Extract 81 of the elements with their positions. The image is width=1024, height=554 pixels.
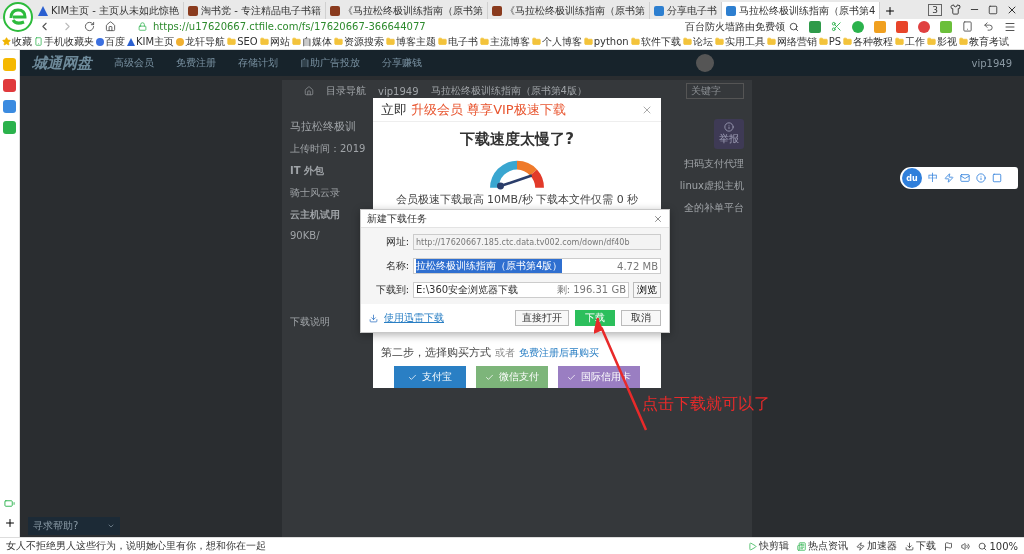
register-link[interactable]: 免费注册后再购买 bbox=[519, 346, 599, 360]
bookmark[interactable]: 主流博客 bbox=[489, 34, 530, 49]
bookmark[interactable]: 个人博客 bbox=[541, 34, 582, 49]
tab-count[interactable]: 3 bbox=[928, 3, 942, 16]
bookmark[interactable]: 各种教程 bbox=[853, 34, 894, 49]
du-logo[interactable]: du bbox=[902, 168, 922, 188]
help-chat-tab[interactable]: 寻求帮助? bbox=[28, 517, 120, 535]
bookmark[interactable]: 电子书 bbox=[447, 34, 478, 49]
language-toggle[interactable]: 中 bbox=[928, 171, 938, 185]
ad-link[interactable]: IT 外包 bbox=[290, 164, 325, 178]
zoom-level[interactable]: 100% bbox=[978, 540, 1018, 552]
bookmark[interactable]: 实用工具 bbox=[724, 34, 765, 49]
keyword-field[interactable]: 关键字 bbox=[686, 83, 744, 99]
dialog-button[interactable]: 取消 bbox=[621, 310, 661, 326]
bookmark[interactable]: 教育考试 bbox=[969, 34, 1010, 49]
ad-link[interactable]: 扫码支付代理 bbox=[684, 157, 744, 171]
dialog-title: 新建下载任务 bbox=[367, 211, 427, 226]
bookmark[interactable]: SEO bbox=[237, 36, 258, 47]
news-ticker[interactable]: 女人不拒绝男人这些行为，说明她心里有你，想和你在一起 bbox=[6, 539, 266, 553]
bookmark[interactable]: 博客主题 bbox=[395, 34, 436, 49]
bookmark[interactable]: 资源搜索 bbox=[343, 34, 384, 49]
step-label: 第二步，选择购买方式 bbox=[381, 345, 491, 360]
dialog-button[interactable]: 直接打开 bbox=[515, 310, 569, 326]
search-field[interactable]: 百台防火墙路由免费领 bbox=[685, 19, 799, 34]
status-item[interactable]: 快剪辑 bbox=[748, 539, 790, 553]
field-label: 网址: bbox=[384, 235, 409, 249]
status-item[interactable]: 热点资讯 bbox=[797, 539, 849, 553]
bookmark[interactable]: 工作 bbox=[905, 34, 926, 49]
field-label: 下载到: bbox=[374, 283, 409, 297]
dialog-title: 立即 升级会员 尊享VIP极速下载 bbox=[373, 98, 661, 123]
url-field[interactable]: http://17620667.185.ctc.data.tv002.com/down/df40b bbox=[413, 234, 661, 250]
browser-tab[interactable]: 《马拉松终极训练指南（原书第 bbox=[488, 2, 651, 19]
file-title: 马拉松终极训 bbox=[290, 119, 356, 134]
section-heading: 下载说明 bbox=[290, 315, 330, 329]
address-bar[interactable]: https://u17620667.ctfile.com/fs/17620667-366644077 bbox=[153, 21, 426, 32]
bookmark[interactable]: 百度 bbox=[105, 34, 125, 49]
bookmark[interactable]: 自媒体 bbox=[301, 34, 332, 49]
bookmark[interactable]: 龙轩导航 bbox=[185, 34, 226, 49]
name-field[interactable]: 拉松终极训练指南（原书第4版） 4.72 MB bbox=[413, 258, 661, 274]
nav-link[interactable]: 分享赚钱 bbox=[382, 56, 422, 70]
heading: 下载速度太慢了? bbox=[460, 130, 574, 150]
nav-link[interactable]: 高级会员 bbox=[114, 56, 154, 70]
thunder-link[interactable]: 使用迅雷下载 bbox=[384, 311, 444, 325]
or-text: 或者 bbox=[495, 346, 515, 360]
bookmark[interactable]: 影视 bbox=[937, 34, 958, 49]
site-logo[interactable]: 城通网盘 bbox=[32, 53, 92, 73]
ad-link[interactable]: 全的补单平台 bbox=[684, 201, 744, 215]
ad-link[interactable]: 云主机试用 bbox=[290, 208, 340, 222]
browser-tab[interactable]: 马拉松终极训练指南（原书第4 bbox=[722, 2, 881, 19]
browser-tab[interactable]: 《马拉松终极训练指南（原书第 bbox=[326, 2, 489, 19]
status-item[interactable]: 下载 bbox=[905, 539, 937, 553]
payment-button[interactable]: 支付宝 bbox=[394, 366, 466, 388]
path-field[interactable]: E:\360安全浏览器下载 剩: 196.31 GB bbox=[413, 282, 629, 298]
browser-tab[interactable]: KIM主页 - 主页从未如此惊艳 bbox=[34, 2, 185, 19]
bookmark[interactable]: 手机收藏夹 bbox=[44, 34, 94, 49]
bookmark[interactable]: python bbox=[593, 36, 629, 47]
ad-link[interactable]: 骑士风云录 bbox=[290, 186, 340, 200]
user-menu[interactable]: vip1949 bbox=[971, 57, 1012, 69]
breadcrumb-link[interactable]: 马拉松终极训练指南（原书第4版） bbox=[430, 84, 587, 98]
upload-time: 上传时间：2019 bbox=[290, 142, 366, 156]
nav-link[interactable]: 免费注册 bbox=[176, 56, 216, 70]
nav-link[interactable]: 存储计划 bbox=[238, 56, 278, 70]
browser-tab[interactable]: 淘书党 - 专注精品电子书籍 bbox=[184, 2, 327, 19]
ad-link[interactable]: linux虚拟主机 bbox=[679, 179, 744, 193]
bookmark[interactable]: KIM主页 bbox=[136, 34, 175, 49]
annotation-text: 点击下载就可以了 bbox=[642, 394, 770, 415]
report-button[interactable]: 举报 bbox=[714, 119, 744, 149]
breadcrumb-link[interactable]: vip1949 bbox=[378, 85, 419, 97]
browse-button[interactable]: 浏览 bbox=[633, 282, 661, 298]
bookmark[interactable]: 论坛 bbox=[692, 34, 713, 49]
field-label: 名称: bbox=[384, 259, 409, 273]
breadcrumb-link[interactable]: 目录导航 bbox=[326, 84, 366, 98]
bookmark[interactable]: 收藏 bbox=[12, 34, 32, 49]
status-item[interactable]: 加速器 bbox=[856, 539, 898, 553]
bookmark[interactable]: 网站 bbox=[269, 34, 290, 49]
bookmark[interactable]: 网络营销 bbox=[776, 34, 817, 49]
speed-text: 会员极速下载最高 10MB/秒 下载本文件仅需 0 秒 bbox=[395, 192, 639, 207]
bookmark[interactable]: 软件下载 bbox=[640, 34, 681, 49]
nav-link[interactable]: 自助广告投放 bbox=[300, 56, 360, 70]
bookmark[interactable]: PS bbox=[828, 36, 842, 47]
speed-text: 90KB/ bbox=[290, 230, 320, 241]
